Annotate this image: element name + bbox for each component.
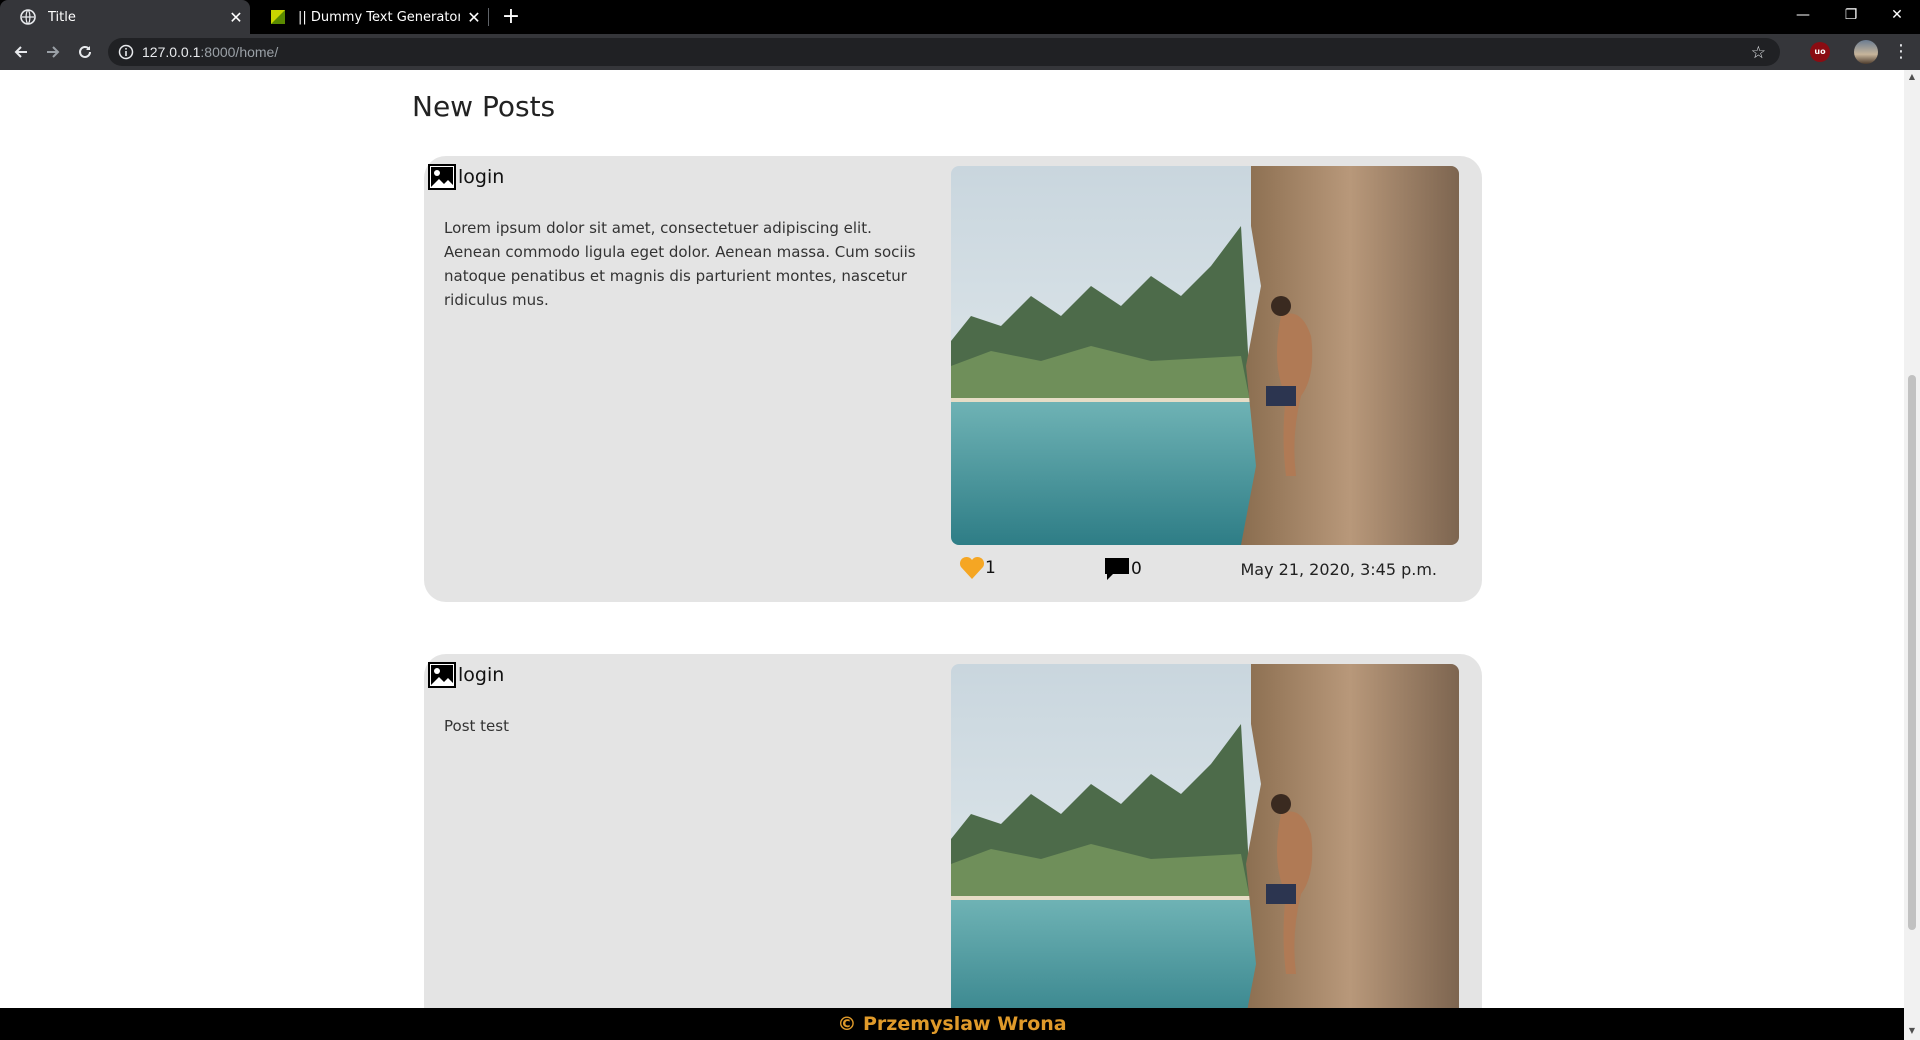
scrollbar-thumb[interactable] xyxy=(1908,375,1916,930)
browser-tab-active[interactable]: Title ✕ xyxy=(0,0,250,34)
scroll-down-icon[interactable]: ▼ xyxy=(1908,1026,1916,1035)
page-footer: © Przemyslaw Wrona xyxy=(0,1008,1904,1040)
image-icon xyxy=(428,662,456,688)
page-title: New Posts xyxy=(412,90,556,123)
tab-title: || Dummy Text Generator | Lorem xyxy=(298,9,460,25)
tab-close-icon[interactable]: ✕ xyxy=(222,8,250,27)
browser-tab[interactable]: || Dummy Text Generator | Lorem ✕ xyxy=(250,0,488,34)
browser-toolbar: 127.0.0.1:8000/home/ ☆ uo ⋮ xyxy=(0,34,1920,70)
back-icon[interactable] xyxy=(8,39,34,65)
page-viewport: New Posts login Lorem ipsum dolor sit am… xyxy=(0,70,1904,1008)
post-author-name: login xyxy=(458,664,505,686)
post-date: May 21, 2020, 3:45 p.m. xyxy=(1240,560,1437,579)
browser-menu-icon[interactable]: ⋮ xyxy=(1892,41,1910,62)
extension-icon[interactable]: uo xyxy=(1810,42,1830,62)
comment-button[interactable]: 0 xyxy=(1103,556,1142,582)
post-meta: 1 0 May 21, 2020, 3:45 p.m. xyxy=(951,556,1459,586)
tab-divider xyxy=(488,8,489,26)
url-text: 127.0.0.1:8000/home/ xyxy=(142,44,278,60)
comment-icon xyxy=(1105,558,1129,580)
scroll-up-icon[interactable]: ▲ xyxy=(1908,72,1916,81)
reload-icon[interactable] xyxy=(72,39,98,65)
like-count: 1 xyxy=(985,558,996,578)
new-tab-icon[interactable]: + xyxy=(498,4,524,30)
tab-title: Title xyxy=(48,9,76,25)
info-icon[interactable] xyxy=(118,44,134,60)
page-scrollbar[interactable]: ▲ ▼ xyxy=(1904,70,1920,1040)
address-bar[interactable]: 127.0.0.1:8000/home/ ☆ xyxy=(108,38,1780,66)
post-image[interactable] xyxy=(951,166,1459,545)
comment-count: 0 xyxy=(1131,559,1142,579)
browser-tab-strip: Title ✕ || Dummy Text Generator | Lorem … xyxy=(0,0,1920,34)
post-body: Lorem ipsum dolor sit amet, consectetuer… xyxy=(444,219,916,309)
globe-icon xyxy=(20,9,36,25)
post-author-name: login xyxy=(458,166,505,188)
minimize-icon[interactable]: — xyxy=(1780,0,1826,30)
tab-close-icon[interactable]: ✕ xyxy=(460,8,488,27)
site-favicon-icon xyxy=(270,9,286,25)
post-body: Post test xyxy=(444,717,509,735)
post-author[interactable]: login xyxy=(428,164,504,190)
image-icon xyxy=(428,164,456,190)
forward-icon[interactable] xyxy=(40,39,66,65)
heart-icon xyxy=(959,556,985,579)
post-card: login Post test xyxy=(424,654,1482,1008)
restore-icon[interactable]: ❐ xyxy=(1828,0,1874,30)
url-path: :8000/home/ xyxy=(200,44,279,60)
like-button[interactable]: 1 xyxy=(959,556,996,580)
url-host: 127.0.0.1 xyxy=(142,44,201,60)
bookmark-star-icon[interactable]: ☆ xyxy=(1751,43,1766,63)
close-window-icon[interactable]: ✕ xyxy=(1874,0,1920,30)
post-image[interactable] xyxy=(951,664,1459,1008)
post-author[interactable]: login xyxy=(428,662,504,688)
post-card: login Lorem ipsum dolor sit amet, consec… xyxy=(424,156,1482,602)
profile-avatar[interactable] xyxy=(1854,40,1878,64)
